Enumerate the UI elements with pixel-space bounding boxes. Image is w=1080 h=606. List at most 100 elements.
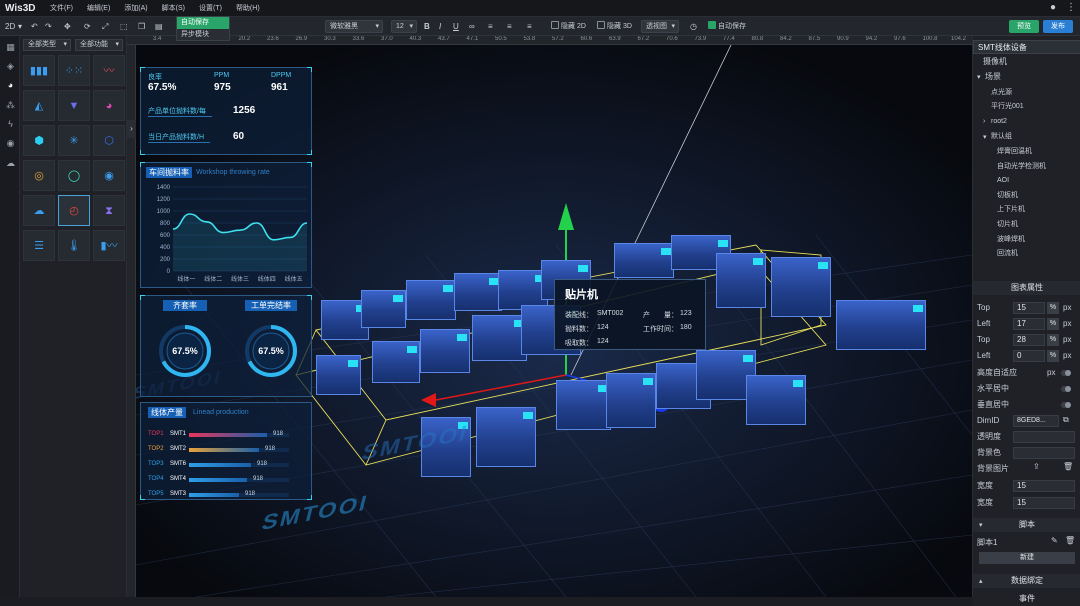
smt-machine[interactable] xyxy=(476,407,536,467)
view-select[interactable]: 透视图 xyxy=(641,20,679,33)
prop-unit[interactable]: px xyxy=(1063,301,1071,314)
stats-panel[interactable]: 良率 67.5% PPM 975 DPPM 961 产品单位抛料数/每 1256… xyxy=(140,67,312,155)
scatter-chart-thumb[interactable]: ⁘⁙ xyxy=(58,55,90,86)
menu-help[interactable]: 帮助(H) xyxy=(229,0,267,17)
binding-expand-icon[interactable]: ▴ xyxy=(979,577,983,585)
smt-machine[interactable] xyxy=(836,300,926,350)
bar-chart-thumb[interactable]: ▮▮▮ xyxy=(23,55,55,86)
nodes-icon[interactable]: ⁂ xyxy=(5,100,16,111)
delete-icon[interactable]: 🗑 xyxy=(1063,462,1073,471)
smt-machine[interactable] xyxy=(454,273,502,311)
area-chart-thumb[interactable]: ◭ xyxy=(23,90,55,121)
events-header[interactable]: 事件 xyxy=(973,592,1080,606)
user-icon[interactable]: ● xyxy=(1050,2,1056,13)
tree-item[interactable]: 自动光学检测机 xyxy=(973,160,1080,174)
ring-chart-thumb[interactable]: ◎ xyxy=(23,160,55,191)
polygon-chart-thumb[interactable]: ⬢ xyxy=(23,125,55,156)
dropdown-item-autosave[interactable]: 自动保存 xyxy=(177,17,229,29)
chart-props-header[interactable]: 图表属性 xyxy=(973,281,1080,295)
underline-button[interactable]: U xyxy=(453,20,459,33)
align-left-icon[interactable]: ≡ xyxy=(488,20,493,33)
tree-item[interactable]: AOI xyxy=(973,174,1080,188)
tree-scene[interactable]: 场景 xyxy=(973,70,1080,84)
collapse-chevron-icon[interactable]: › xyxy=(127,120,136,138)
align-center-icon[interactable]: ≡ xyxy=(507,20,512,33)
prop-unit[interactable]: px xyxy=(1063,333,1071,346)
mode-select[interactable]: 2D xyxy=(5,20,15,33)
prop-input[interactable]: 17 xyxy=(1013,318,1045,330)
smt-machine[interactable] xyxy=(316,355,361,395)
opacity-input[interactable] xyxy=(1013,431,1075,443)
h-center-toggle[interactable] xyxy=(1061,386,1071,392)
copy-id-icon[interactable]: ⧉ xyxy=(1063,415,1069,425)
pie-chart-thumb[interactable]: ◕ xyxy=(93,90,125,121)
prop-unit[interactable]: px xyxy=(1063,349,1071,362)
bg-color-input[interactable] xyxy=(1013,447,1075,459)
tree-root[interactable]: SMT线体设备 xyxy=(973,40,1080,54)
tree-item[interactable]: 上下片机 xyxy=(973,203,1080,217)
tree-parallel-light[interactable]: 平行光001 xyxy=(973,100,1080,114)
prop-unit[interactable]: px xyxy=(1063,317,1071,330)
rotate-icon[interactable]: ⟳ xyxy=(84,20,91,33)
data-binding-header[interactable]: 数据绑定 xyxy=(973,574,1080,588)
lightning-icon[interactable]: ϟ xyxy=(5,119,16,129)
hbar-chart-thumb[interactable]: ☰ xyxy=(23,230,55,261)
prop-input[interactable]: 0 xyxy=(1013,350,1045,362)
tree-root2[interactable]: root2 xyxy=(973,115,1080,129)
grid-icon[interactable]: ▦ xyxy=(5,42,16,53)
thermometer-chart-thumb[interactable]: 🌡 xyxy=(58,230,90,261)
border-width-input[interactable]: 15 xyxy=(1013,497,1075,509)
tree-item[interactable]: 切板机 xyxy=(973,189,1080,203)
auto-height-toggle[interactable] xyxy=(1061,370,1071,376)
scale-icon[interactable]: ⤢ xyxy=(102,20,108,33)
new-script-button[interactable]: 新建 xyxy=(979,552,1075,564)
align-icon[interactable]: ▤ xyxy=(155,20,163,33)
menu-add[interactable]: 添加(A) xyxy=(117,0,154,17)
throw-rate-panel[interactable]: 车间抛料率 Workshop throwing rate 1400 1200 100… xyxy=(140,162,312,288)
type-filter-select[interactable]: 全部类型 xyxy=(23,39,71,51)
preview-button[interactable]: 预览 xyxy=(1009,20,1039,33)
gauge-panel[interactable]: 齐套率 工单完结率 67.5% 67.5% xyxy=(140,295,312,397)
hide-3d-checkbox[interactable] xyxy=(597,21,605,29)
edit-script-icon[interactable]: ✎ xyxy=(1051,536,1058,545)
smt-machine[interactable] xyxy=(472,315,527,361)
smt-machine[interactable] xyxy=(556,380,611,430)
tree-point-light[interactable]: 点光源 xyxy=(973,86,1080,100)
copy-icon[interactable]: ❐ xyxy=(138,20,145,33)
smt-machine[interactable] xyxy=(361,290,406,328)
delete-script-icon[interactable]: 🗑 xyxy=(1065,536,1075,545)
smt-machine[interactable] xyxy=(746,375,806,425)
torus-chart-thumb[interactable]: ◯ xyxy=(58,160,90,191)
move-icon[interactable]: ✥ xyxy=(64,20,71,33)
italic-button[interactable]: I xyxy=(439,20,441,33)
line-chart-thumb[interactable]: 〰 xyxy=(93,55,125,86)
link-icon[interactable]: ∞ xyxy=(469,20,475,33)
prop-input[interactable]: 28 xyxy=(1013,334,1045,346)
script-header[interactable]: 脚本 xyxy=(973,518,1080,532)
function-filter-select[interactable]: 全部功能 xyxy=(75,39,123,51)
tree-item[interactable]: 焊膏回温机 xyxy=(973,145,1080,159)
tree-camera[interactable]: 摄像机 xyxy=(973,55,1080,69)
align-right-icon[interactable]: ≡ xyxy=(527,20,532,33)
percent-toggle[interactable]: % xyxy=(1047,318,1059,330)
font-family-select[interactable]: 微软雅黑 xyxy=(325,20,383,33)
tree-item[interactable]: 波峰焊机 xyxy=(973,233,1080,247)
mode-chevron-icon[interactable]: ▾ xyxy=(18,20,22,33)
smt-machine[interactable] xyxy=(606,373,656,428)
smt-machine[interactable] xyxy=(614,243,674,278)
settings-icon[interactable]: ⋮ xyxy=(1066,2,1076,13)
smt-machine[interactable] xyxy=(771,257,831,317)
autosave-checkbox[interactable] xyxy=(708,21,716,29)
publish-button[interactable]: 发布 xyxy=(1043,20,1073,33)
menu-settings[interactable]: 设置(T) xyxy=(192,0,229,17)
tree-item[interactable]: 回流机 xyxy=(973,247,1080,261)
dim-id-input[interactable]: 8GED8... xyxy=(1013,415,1059,427)
width-input[interactable]: 15 xyxy=(1013,480,1075,492)
gauge-chart-thumb[interactable]: ◴ xyxy=(58,195,90,226)
hexagon-chart-thumb[interactable]: ⬡ xyxy=(93,125,125,156)
clock-icon[interactable]: ◷ xyxy=(690,20,697,33)
combo-chart-thumb[interactable]: ▮〰 xyxy=(93,230,125,261)
menu-file[interactable]: 文件(F) xyxy=(43,0,80,17)
hide-2d-checkbox[interactable] xyxy=(551,21,559,29)
bold-button[interactable]: B xyxy=(424,20,430,33)
